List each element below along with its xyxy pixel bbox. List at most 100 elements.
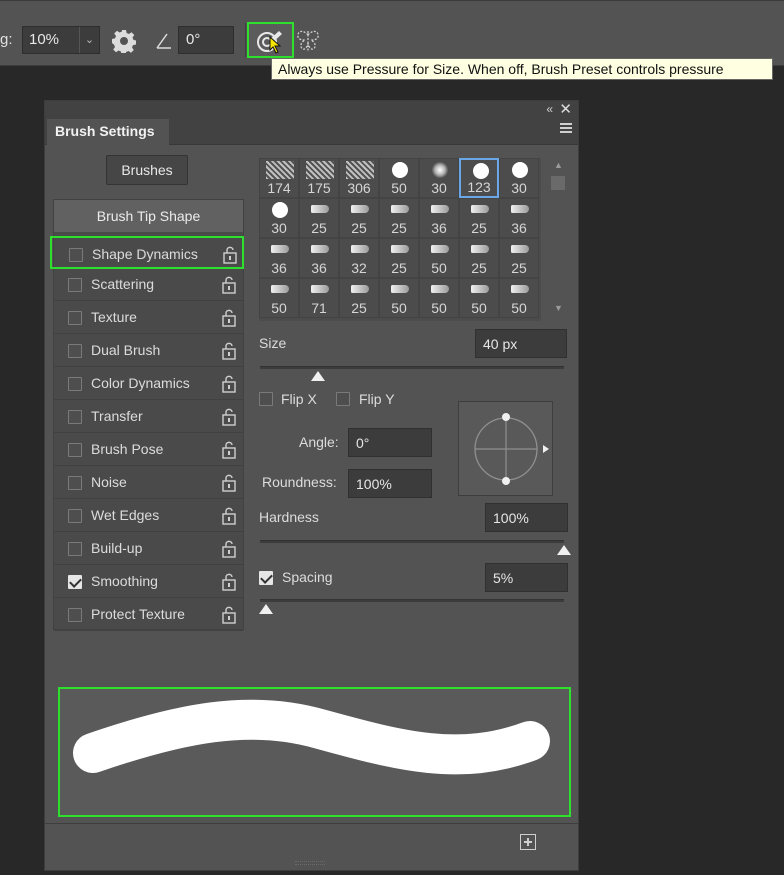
brush-tip-thumbnail: [391, 285, 409, 293]
smoothing-checkbox[interactable]: [68, 575, 82, 589]
lock-icon[interactable]: [222, 275, 236, 294]
brush-preset-cell[interactable]: 30: [499, 158, 539, 198]
scattering-checkbox[interactable]: [68, 278, 82, 292]
scroll-down-icon[interactable]: ▼: [554, 303, 563, 313]
brush-pose-checkbox[interactable]: [68, 443, 82, 457]
create-new-brush-icon[interactable]: [520, 834, 536, 850]
tab-brush-settings[interactable]: Brush Settings: [47, 119, 169, 145]
brush-stroke-preview: [58, 687, 571, 817]
protect-texture-checkbox[interactable]: [68, 608, 82, 622]
butterfly-symmetry-icon[interactable]: [295, 27, 321, 53]
brush-tip-shape-item[interactable]: Brush Tip Shape: [54, 200, 243, 232]
size-input[interactable]: 40 px: [475, 329, 567, 358]
brush-preset-cell[interactable]: 50: [419, 238, 459, 278]
option-noise[interactable]: Noise: [54, 466, 243, 499]
scroll-thumb[interactable]: [551, 176, 565, 190]
collapse-icon[interactable]: «: [546, 102, 553, 116]
hardness-slider-track[interactable]: [260, 540, 564, 543]
option-wet-edges[interactable]: Wet Edges: [54, 499, 243, 532]
chevron-down-icon[interactable]: ⌄: [79, 27, 99, 53]
brush-angle-input[interactable]: 0°: [178, 26, 234, 54]
option-dual-brush[interactable]: Dual Brush: [54, 334, 243, 367]
brush-tip-thumbnail: [266, 161, 294, 179]
brush-preset-cell[interactable]: 36: [419, 198, 459, 238]
resize-grip[interactable]: [295, 861, 325, 865]
option-transfer[interactable]: Transfer: [54, 400, 243, 433]
lock-icon[interactable]: [222, 539, 236, 558]
option-shape-dynamics[interactable]: Shape Dynamics: [50, 236, 244, 269]
flip-y-checkbox[interactable]: [336, 392, 350, 406]
shape-dynamics-checkbox[interactable]: [69, 248, 83, 262]
brush-preset-cell[interactable]: 25: [339, 278, 379, 318]
brush-preset-cell[interactable]: 175: [299, 158, 339, 198]
dual-brush-checkbox[interactable]: [68, 344, 82, 358]
option-color-dynamics[interactable]: Color Dynamics: [54, 367, 243, 400]
texture-checkbox[interactable]: [68, 311, 82, 325]
brush-preset-cell[interactable]: 50: [499, 278, 539, 318]
size-slider-track[interactable]: [260, 366, 564, 369]
angle-roundness-widget[interactable]: [458, 401, 553, 496]
spacing-input[interactable]: 5%: [485, 563, 568, 592]
brush-preset-cell[interactable]: 32: [339, 238, 379, 278]
brushes-button[interactable]: Brushes: [106, 155, 188, 185]
panel-menu-icon[interactable]: [560, 123, 572, 133]
brush-preset-cell[interactable]: 50: [419, 278, 459, 318]
option-scattering[interactable]: Scattering: [54, 268, 243, 301]
brush-preset-cell[interactable]: 25: [379, 198, 419, 238]
brush-preset-cell[interactable]: 30: [419, 158, 459, 198]
build-up-checkbox[interactable]: [68, 542, 82, 556]
flip-x-checkbox[interactable]: [259, 392, 273, 406]
close-icon[interactable]: ✕: [559, 100, 572, 118]
lock-icon[interactable]: [222, 341, 236, 360]
lock-icon[interactable]: [222, 473, 236, 492]
brush-preset-cell[interactable]: 25: [459, 198, 499, 238]
brush-preset-cell[interactable]: 50: [459, 278, 499, 318]
brush-preset-cell[interactable]: 50: [259, 278, 299, 318]
lock-icon[interactable]: [222, 308, 236, 327]
scroll-up-icon[interactable]: ▲: [554, 160, 563, 170]
wet-edges-checkbox[interactable]: [68, 509, 82, 523]
brush-preset-cell[interactable]: 25: [379, 238, 419, 278]
roundness-input[interactable]: 100%: [348, 469, 432, 498]
brush-preset-cell[interactable]: 36: [499, 198, 539, 238]
option-protect-texture[interactable]: Protect Texture: [54, 598, 243, 631]
brush-preset-cell[interactable]: 30: [259, 198, 299, 238]
brush-preset-cell[interactable]: 306: [339, 158, 379, 198]
lock-icon[interactable]: [223, 245, 237, 264]
angle-input[interactable]: 0°: [348, 428, 432, 457]
hardness-slider-thumb[interactable]: [557, 545, 571, 555]
transfer-checkbox[interactable]: [68, 410, 82, 424]
spacing-slider-thumb[interactable]: [259, 604, 274, 614]
noise-checkbox[interactable]: [68, 476, 82, 490]
color-dynamics-checkbox[interactable]: [68, 377, 82, 391]
brush-preset-cell[interactable]: 174: [259, 158, 299, 198]
brush-preset-cell[interactable]: 50: [379, 278, 419, 318]
spacing-checkbox[interactable]: [259, 571, 273, 585]
brush-preset-cell[interactable]: 25: [299, 198, 339, 238]
size-slider-thumb[interactable]: [310, 371, 325, 381]
hardness-input[interactable]: 100%: [485, 503, 568, 532]
lock-icon[interactable]: [222, 440, 236, 459]
lock-icon[interactable]: [222, 605, 236, 624]
brush-preset-cell[interactable]: 123: [459, 158, 499, 198]
gear-icon[interactable]: [112, 29, 136, 53]
brush-preset-cell[interactable]: 36: [259, 238, 299, 278]
brush-grid-scrollbar[interactable]: ▲ ▼: [550, 158, 568, 321]
brush-preset-cell[interactable]: 25: [339, 198, 379, 238]
lock-icon[interactable]: [222, 407, 236, 426]
smoothing-dropdown[interactable]: 10% ⌄: [22, 26, 100, 54]
brush-size-number: 25: [471, 220, 487, 236]
option-build-up[interactable]: Build-up: [54, 532, 243, 565]
option-smoothing[interactable]: Smoothing: [54, 565, 243, 598]
option-texture[interactable]: Texture: [54, 301, 243, 334]
lock-icon[interactable]: [222, 506, 236, 525]
brush-preset-cell[interactable]: 36: [299, 238, 339, 278]
brush-preset-cell[interactable]: 71: [299, 278, 339, 318]
brush-preset-cell[interactable]: 25: [459, 238, 499, 278]
brush-preset-cell[interactable]: 25: [499, 238, 539, 278]
spacing-slider-track[interactable]: [260, 599, 564, 602]
option-brush-pose[interactable]: Brush Pose: [54, 433, 243, 466]
lock-icon[interactable]: [222, 374, 236, 393]
brush-preset-cell[interactable]: 50: [379, 158, 419, 198]
lock-icon[interactable]: [222, 572, 236, 591]
